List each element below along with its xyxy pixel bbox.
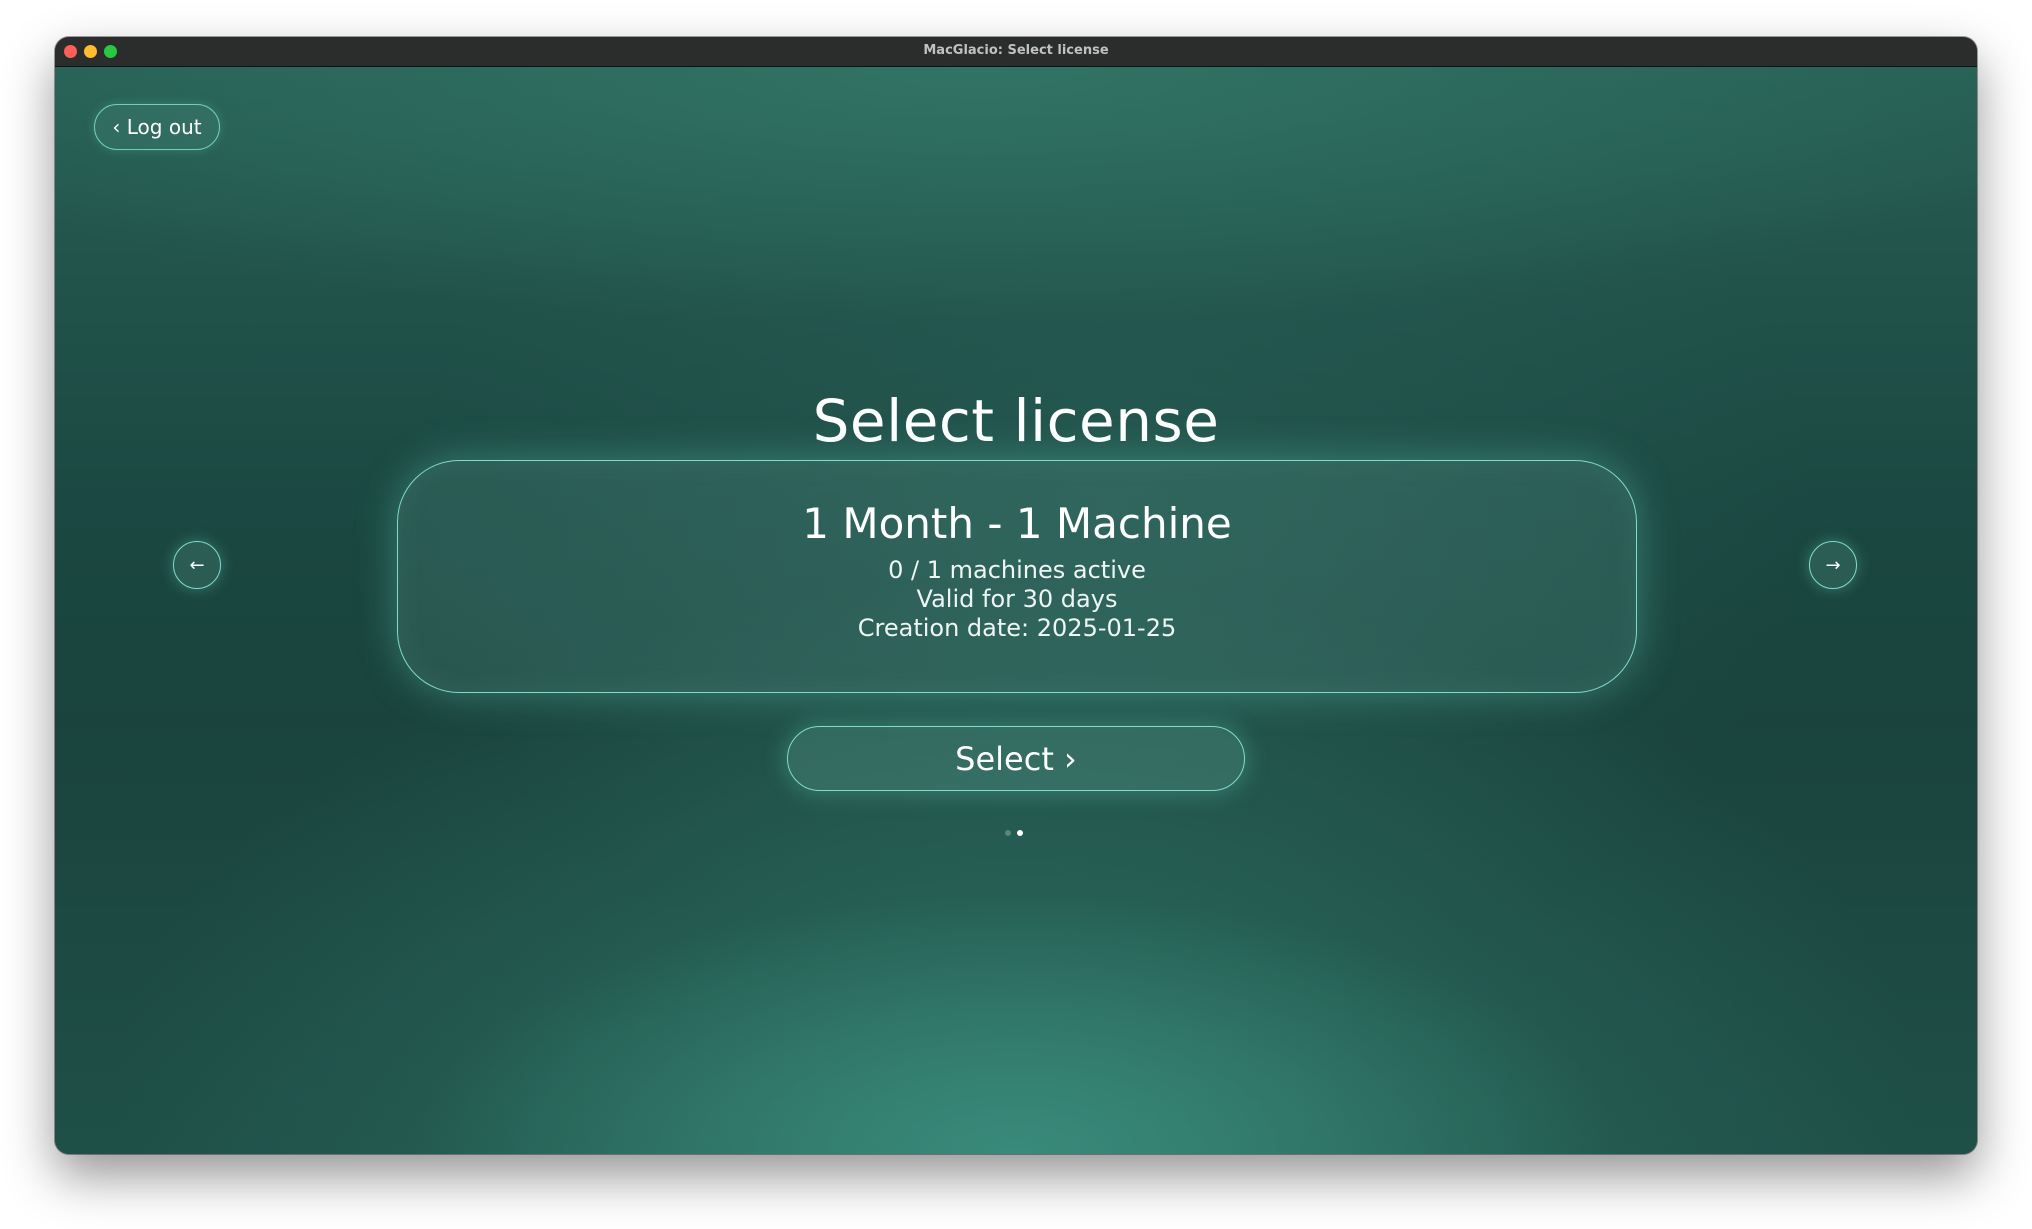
page-title: Select license (812, 387, 1220, 455)
license-card: 1 Month - 1 Machine 0 / 1 machines activ… (397, 460, 1637, 693)
logout-button[interactable]: ‹ Log out (94, 104, 220, 150)
main-content: ‹ Log out Select license ← 1 Month - 1 M… (55, 67, 1977, 1154)
app-window: MacGlacio: Select license ‹ Log out Sele… (55, 37, 1977, 1154)
arrow-right-icon: → (1825, 554, 1841, 576)
window-title: MacGlacio: Select license (923, 43, 1109, 58)
select-license-button[interactable]: Select › (787, 726, 1245, 791)
license-machines: 0 / 1 machines active (888, 556, 1146, 584)
page-dot[interactable] (1005, 830, 1011, 836)
page-dot-active[interactable] (1017, 830, 1023, 836)
arrow-left-icon: ← (189, 554, 205, 576)
license-name: 1 Month - 1 Machine (802, 499, 1232, 548)
page-indicator (1005, 829, 1029, 837)
previous-license-button[interactable]: ← (173, 541, 221, 589)
license-validity: Valid for 30 days (916, 585, 1118, 613)
title-bar: MacGlacio: Select license (55, 37, 1977, 67)
next-license-button[interactable]: → (1809, 541, 1857, 589)
license-creation-date: Creation date: 2025-01-25 (857, 614, 1177, 642)
